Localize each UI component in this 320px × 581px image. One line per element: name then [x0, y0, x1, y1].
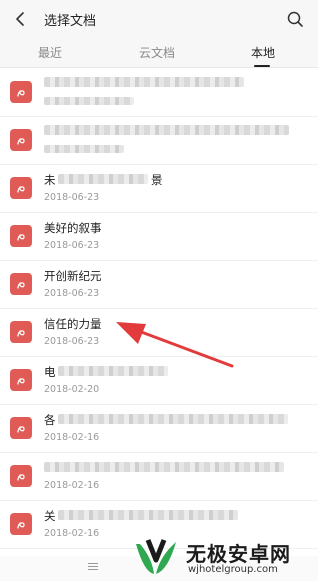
pdf-file-icon — [10, 273, 32, 295]
file-row[interactable]: 开创新纪元 2018-06-23 — [0, 261, 318, 309]
redacted-filename — [58, 414, 288, 424]
pdf-file-icon — [10, 225, 32, 247]
top-bar: 选择文档 — [0, 0, 318, 38]
back-button[interactable] — [8, 6, 34, 32]
redacted-filename — [58, 366, 168, 376]
page-title: 选择文档 — [44, 14, 97, 29]
file-row[interactable] — [0, 117, 318, 165]
watermark-logo-icon — [136, 539, 176, 574]
redacted-filename — [44, 125, 289, 135]
file-row[interactable]: 美好的叙事 2018-06-23 — [0, 213, 318, 261]
file-row[interactable] — [0, 69, 318, 117]
file-name: 信任的力量 — [44, 317, 102, 331]
pdf-file-icon — [10, 177, 32, 199]
pdf-file-icon — [10, 417, 32, 439]
watermark: 无极安卓网 wjhotelgroup.com — [126, 534, 316, 580]
pdf-file-icon — [10, 513, 32, 535]
redacted-filename — [58, 510, 238, 520]
redacted-filename — [58, 174, 148, 184]
file-name: 美好的叙事 — [44, 221, 102, 235]
document-picker-screen: 选择文档 最近 云文档 本地 未 景 2018-06-23 美好的叙事 2018… — [0, 0, 318, 581]
file-date: 2018-06-23 — [44, 288, 100, 299]
chevron-left-icon — [16, 12, 24, 26]
redacted-date — [44, 97, 134, 105]
menu-handle-icon[interactable] — [88, 563, 98, 564]
file-date: 2018-02-20 — [44, 384, 100, 395]
file-date: 2018-06-23 — [44, 192, 100, 203]
pdf-file-icon — [10, 465, 32, 487]
file-date: 2018-02-16 — [44, 528, 100, 539]
file-row[interactable]: 未 景 2018-06-23 — [0, 165, 318, 213]
redacted-filename — [44, 462, 284, 472]
file-row[interactable]: 信任的力量 2018-06-23 — [0, 309, 318, 357]
file-row[interactable]: 电 2018-02-20 — [0, 357, 318, 405]
active-tab-indicator — [254, 65, 270, 67]
redacted-date — [44, 145, 124, 153]
file-row[interactable]: 2018-02-16 — [0, 453, 318, 501]
file-name: 各 — [44, 413, 56, 427]
tab-local[interactable]: 本地 — [251, 44, 275, 61]
file-date: 2018-06-23 — [44, 240, 100, 251]
file-date: 2018-02-16 — [44, 480, 100, 491]
pdf-file-icon — [10, 321, 32, 343]
pdf-file-icon — [10, 129, 32, 151]
file-name: 电 — [44, 365, 56, 379]
file-name: 开创新纪元 — [44, 269, 102, 283]
tab-cloud-docs[interactable]: 云文档 — [139, 44, 175, 61]
file-name-tail: 景 — [151, 173, 163, 187]
file-name: 关 — [44, 509, 56, 523]
tab-bar: 最近 云文档 本地 — [0, 38, 318, 68]
file-row[interactable]: 各 2018-02-16 — [0, 405, 318, 453]
file-date: 2018-06-23 — [44, 336, 100, 347]
file-date: 2018-02-16 — [44, 432, 100, 443]
tab-recent[interactable]: 最近 — [38, 44, 62, 61]
redacted-filename — [44, 77, 244, 87]
watermark-url: wjhotelgroup.com — [188, 564, 278, 575]
file-name: 未 — [44, 173, 56, 187]
pdf-file-icon — [10, 81, 32, 103]
watermark-title: 无极安卓网 — [186, 542, 291, 566]
search-button[interactable] — [282, 6, 308, 32]
search-icon — [287, 11, 303, 27]
pdf-file-icon — [10, 369, 32, 391]
